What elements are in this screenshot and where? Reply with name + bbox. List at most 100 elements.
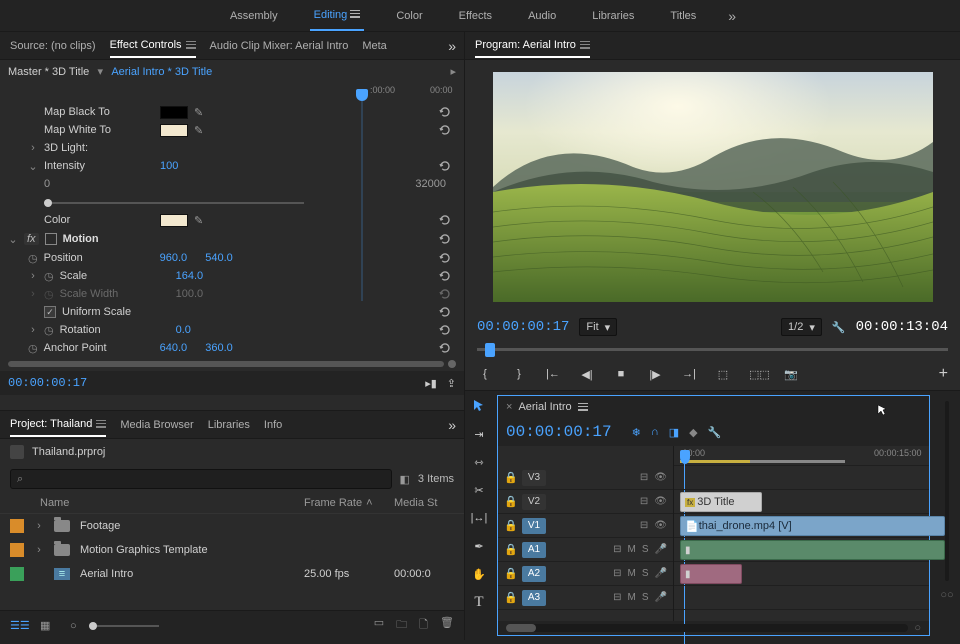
- reset-icon[interactable]: [438, 306, 456, 318]
- mark-out-icon[interactable]: }: [511, 368, 527, 380]
- track-v1-toggle[interactable]: V1: [522, 518, 546, 534]
- reset-icon[interactable]: [438, 233, 456, 245]
- reset-icon[interactable]: [438, 252, 456, 264]
- track-a3-toggle[interactable]: A3: [522, 590, 546, 606]
- track-header-v2[interactable]: 🔒V2⊟👁: [498, 490, 673, 514]
- lock-icon[interactable]: 🔒: [504, 591, 516, 604]
- mute-toggle[interactable]: M: [628, 544, 636, 555]
- reset-icon[interactable]: [438, 270, 456, 282]
- tab-metadata[interactable]: Meta: [362, 35, 386, 57]
- selection-tool-icon[interactable]: [470, 397, 488, 415]
- clip-audio-a2[interactable]: ▮: [680, 564, 742, 584]
- tab-source[interactable]: Source: (no clips): [10, 35, 96, 57]
- anchor-y[interactable]: 360.0: [205, 342, 233, 354]
- button-editor-icon[interactable]: +: [939, 365, 948, 383]
- eye-icon[interactable]: 👁: [654, 472, 667, 483]
- solo-toggle[interactable]: S: [642, 544, 649, 555]
- chevron-down-icon[interactable]: ▾: [95, 65, 105, 78]
- rotation-value[interactable]: 0.0: [176, 324, 191, 336]
- sync-lock-icon[interactable]: ⊟: [613, 568, 621, 579]
- ws-audio[interactable]: Audio: [524, 2, 560, 30]
- settings-icon[interactable]: 🔧: [832, 321, 846, 334]
- razor-tool-icon[interactable]: ✂: [470, 481, 488, 499]
- zoom-slider[interactable]: [89, 625, 159, 627]
- track-header-v1[interactable]: 🔒V1⊟👁: [498, 514, 673, 538]
- scale-value[interactable]: 164.0: [176, 270, 204, 282]
- timeline-scroll-knob[interactable]: ○: [914, 622, 921, 634]
- effect-mask-icon[interactable]: [45, 233, 57, 245]
- project-item-row[interactable]: ›≡Aerial Intro25.00 fps00:00:0: [0, 562, 464, 586]
- sequence-tab[interactable]: Aerial Intro: [518, 401, 571, 413]
- color-swatch[interactable]: [160, 214, 188, 227]
- lock-icon[interactable]: 🔒: [504, 567, 516, 580]
- twirl-icon[interactable]: ⌄: [8, 233, 18, 246]
- pen-tool-icon[interactable]: ✒: [470, 537, 488, 555]
- ws-editing[interactable]: Editing: [310, 1, 365, 31]
- eyedropper-icon[interactable]: ✎: [194, 106, 203, 119]
- fx-badge[interactable]: fx: [24, 233, 39, 245]
- freeform-view-icon[interactable]: ▭: [374, 616, 384, 635]
- tab-effect-controls[interactable]: Effect Controls: [110, 34, 196, 58]
- eye-icon[interactable]: 👁: [654, 520, 667, 531]
- eye-icon[interactable]: 👁: [654, 496, 667, 507]
- play-icon[interactable]: ▸: [450, 65, 456, 78]
- project-search-input[interactable]: ⌕: [10, 469, 392, 489]
- share-icon[interactable]: ⇪: [447, 377, 456, 390]
- ws-libraries[interactable]: Libraries: [588, 2, 638, 30]
- timeline-ruler[interactable]: :00:00 00:00:15:00: [674, 446, 929, 466]
- ws-effects[interactable]: Effects: [455, 2, 496, 30]
- sync-lock-icon[interactable]: ⊟: [640, 472, 648, 483]
- sync-lock-icon[interactable]: ⊟: [613, 544, 621, 555]
- track-a2-toggle[interactable]: A2: [522, 566, 546, 582]
- reset-icon[interactable]: [438, 160, 456, 172]
- playhead-icon[interactable]: [680, 450, 690, 464]
- fit-dropdown[interactable]: Fit▾: [579, 318, 617, 336]
- stopwatch-icon[interactable]: ◷: [44, 270, 54, 283]
- step-forward-icon[interactable]: |▶: [647, 368, 663, 381]
- project-item-row[interactable]: ›Motion Graphics Template: [0, 538, 464, 562]
- reset-icon[interactable]: [438, 106, 456, 118]
- toggle-effects-icon[interactable]: ▸▮: [425, 377, 437, 390]
- new-bin-icon[interactable]: 🗀: [396, 616, 407, 635]
- new-item-icon[interactable]: 🗋: [419, 616, 428, 635]
- lift-icon[interactable]: ⬚: [715, 368, 731, 381]
- solo-toggle[interactable]: S: [642, 592, 649, 603]
- filter-bin-icon[interactable]: ◧: [400, 473, 410, 486]
- reset-icon[interactable]: [438, 124, 456, 136]
- reset-icon[interactable]: [438, 288, 456, 300]
- go-to-out-icon[interactable]: →|: [681, 368, 697, 380]
- track-lane-a2[interactable]: ▮: [674, 562, 929, 586]
- track-header-v3[interactable]: 🔒V3⊟👁: [498, 466, 673, 490]
- clip-audio-a1[interactable]: ▮: [680, 540, 945, 560]
- intensity-value[interactable]: 100: [160, 160, 178, 172]
- track-header-a2[interactable]: 🔒 A2 ⊟ MS 🎤: [498, 562, 673, 586]
- stopwatch-icon[interactable]: ◷: [28, 252, 38, 265]
- mute-toggle[interactable]: M: [628, 568, 636, 579]
- reset-icon[interactable]: [438, 342, 456, 354]
- hand-tool-icon[interactable]: ✋: [470, 565, 488, 583]
- track-v2-toggle[interactable]: V2: [522, 494, 546, 510]
- play-stop-icon[interactable]: ■: [613, 368, 629, 380]
- mark-in-icon[interactable]: {: [477, 368, 493, 380]
- tab-program[interactable]: Program: Aerial Intro: [475, 34, 590, 58]
- step-back-icon[interactable]: ◀|: [579, 368, 595, 381]
- stopwatch-icon[interactable]: ◷: [44, 324, 54, 337]
- project-item-row[interactable]: ›Footage: [0, 514, 464, 538]
- twirl-icon[interactable]: ›: [34, 544, 44, 556]
- export-frame-icon[interactable]: 📷: [783, 368, 799, 381]
- voice-over-icon[interactable]: 🎤: [655, 568, 667, 579]
- linked-selection-icon[interactable]: ∩: [651, 426, 659, 439]
- twirl-icon[interactable]: ›: [34, 520, 44, 532]
- eyedropper-icon[interactable]: ✎: [194, 124, 203, 137]
- clip-thai-drone[interactable]: 📄thai_drone.mp4 [V]: [680, 516, 945, 536]
- master-clip-label[interactable]: Master * 3D Title: [8, 66, 89, 78]
- program-video-frame[interactable]: [493, 72, 933, 302]
- white-swatch[interactable]: [160, 124, 188, 137]
- intensity-slider[interactable]: [44, 202, 304, 204]
- track-header-a1[interactable]: 🔒A1⊟MS🎤: [498, 538, 673, 562]
- mute-toggle[interactable]: M: [628, 592, 636, 603]
- ws-color[interactable]: Color: [392, 2, 426, 30]
- snap-icon[interactable]: ❄: [632, 426, 641, 439]
- solo-toggle[interactable]: S: [642, 568, 649, 579]
- reset-icon[interactable]: [438, 214, 456, 226]
